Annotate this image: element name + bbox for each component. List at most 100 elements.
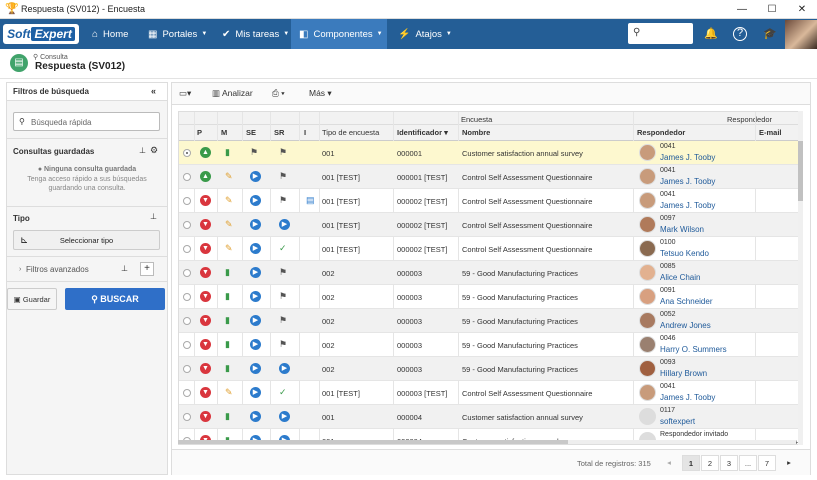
row-radio[interactable] xyxy=(183,149,191,157)
respondent-name[interactable]: Harry O. Summers xyxy=(660,345,727,354)
caret-down-icon: ▼ xyxy=(376,31,383,37)
row-radio[interactable] xyxy=(183,293,191,301)
logo[interactable]: Soft Expert xyxy=(3,24,79,44)
row-radio[interactable] xyxy=(183,389,191,397)
row-radio[interactable] xyxy=(183,197,191,205)
table-row[interactable]: ▼ ▮ ▶ ⚑ 002 000003 59 - Good Manufacturing Pra… xyxy=(179,309,802,333)
respondent-name[interactable]: Alice Chain xyxy=(660,273,700,282)
col-i[interactable]: I xyxy=(304,128,306,137)
respondent-id: 0046 xyxy=(660,335,676,342)
close-button[interactable]: ✕ xyxy=(787,0,817,19)
row-radio[interactable] xyxy=(183,173,191,181)
respondent-avatar xyxy=(639,312,656,329)
quick-search-input[interactable]: ⚲ Búsqueda rápida xyxy=(13,112,160,131)
advanced-filters-label[interactable]: Filtros avanzados xyxy=(26,265,89,274)
graduation-cap-icon[interactable]: 🎓 xyxy=(762,26,778,42)
page-2[interactable]: 2 xyxy=(701,455,719,471)
table-row[interactable]: ▲ ▮ ⚑ ⚑ 001 000001 Customer satisfaction annua… xyxy=(179,141,802,165)
help-icon[interactable]: ? xyxy=(733,27,747,41)
chevron-right-icon[interactable]: › xyxy=(19,266,21,273)
col-m[interactable]: M xyxy=(221,128,227,137)
status-down-icon: ▼ xyxy=(200,387,211,398)
row-radio[interactable] xyxy=(183,221,191,229)
pin-icon[interactable]: ⊥ xyxy=(139,146,146,155)
add-filter-icon[interactable]: + xyxy=(140,262,154,276)
page-7[interactable]: 7 xyxy=(758,455,776,471)
respondent-name[interactable]: Mark Wilson xyxy=(660,225,704,234)
page-1[interactable]: 1 xyxy=(682,455,700,471)
row-radio[interactable] xyxy=(183,245,191,253)
maximize-button[interactable]: ☐ xyxy=(757,0,787,19)
table-row[interactable]: ▼ ▮ ▶ ⚑ 002 000003 59 - Good Manufacturing Pra… xyxy=(179,261,802,285)
print-button[interactable]: ⎙ ▾ xyxy=(272,88,285,99)
save-button[interactable]: ▣ Guardar xyxy=(7,288,57,310)
pin-icon[interactable]: ⊥ xyxy=(121,264,128,273)
pin-icon[interactable]: ⊥ xyxy=(150,212,157,221)
col-email[interactable]: E-mail xyxy=(759,128,782,137)
horizontal-scrollbar[interactable] xyxy=(178,440,796,444)
caret-down-icon: ▼ xyxy=(201,31,208,37)
col-respondedor[interactable]: Respondedor xyxy=(637,128,685,137)
cell-nombre: Control Self Assessment Questionnaire xyxy=(462,197,593,206)
cell-identificador: 000003 xyxy=(397,269,423,278)
minimize-button[interactable]: — xyxy=(727,0,757,19)
page-ellipsis[interactable]: ... xyxy=(739,455,757,471)
col-p[interactable]: P xyxy=(197,128,202,137)
analyze-button[interactable]: ▥ Analizar xyxy=(212,88,253,99)
nav-portales[interactable]: ▦ Portales ▼ xyxy=(140,19,215,49)
table-row[interactable]: ▼ ▮ ▶ ⚑ 002 000003 59 - Good Manufacturing Pra… xyxy=(179,333,802,357)
table-row[interactable]: ▼ ▮ ▶ ⚑ 002 000003 59 - Good Manufacturing Pra… xyxy=(179,285,802,309)
respondent-name[interactable]: Ana Schneider xyxy=(660,297,712,306)
respondent-name[interactable]: James J. Tooby xyxy=(660,201,715,210)
view-icon[interactable]: ▭▾ xyxy=(179,88,191,99)
col-identificador[interactable]: Identificador ▾ xyxy=(397,128,448,137)
nav-componentes[interactable]: ◧ Componentes ▼ xyxy=(291,19,387,49)
select-type-button[interactable]: ⊾ Seleccionar tipo xyxy=(13,230,160,250)
nav-search-input[interactable]: ⚲ xyxy=(628,23,693,44)
table-row[interactable]: ▼ ✎ ▶ ✓ 001 [TEST] 000003 [TEST] Control Self … xyxy=(179,381,802,405)
table-row[interactable]: ▼ ✎ ▶ ✓ 001 [TEST] 000002 [TEST] Control Self … xyxy=(179,237,802,261)
table-row[interactable]: ▼ ✎ ▶ ⚑ ▤ 001 [TEST] 000002 [TEST] Control Self… xyxy=(179,189,802,213)
table-row[interactable]: ▼ ▮ ▶ ▶ 002 000003 59 - Good Manufacturing Pra… xyxy=(179,357,802,381)
table-row[interactable]: ▲ ✎ ▶ ⚑ 001 [TEST] 000001 [TEST] Control Self … xyxy=(179,165,802,189)
respondent-name[interactable]: James J. Tooby xyxy=(660,177,715,186)
respondent-name[interactable]: James J. Tooby xyxy=(660,393,715,402)
row-radio[interactable] xyxy=(183,317,191,325)
home-icon: ⌂ xyxy=(92,28,99,40)
nav-atajos[interactable]: ⚡ Atajos ▼ xyxy=(390,19,460,49)
collapse-icon[interactable]: « xyxy=(151,86,156,96)
col-sr[interactable]: SR xyxy=(274,128,284,137)
row-radio[interactable] xyxy=(183,341,191,349)
table-row[interactable]: ▼ ✎ ▶ ▶ 001 [TEST] 000002 [TEST] Control Self … xyxy=(179,213,802,237)
respondent-name[interactable]: Hillary Brown xyxy=(660,369,707,378)
page-3[interactable]: 3 xyxy=(720,455,738,471)
prev-page-icon[interactable]: ◂ xyxy=(660,455,678,471)
search-button[interactable]: ⚲ BUSCAR xyxy=(65,288,165,310)
nav-mis-tareas[interactable]: ✔ Mis tareas ▼ xyxy=(214,19,297,49)
caret-down-icon: ▼ xyxy=(283,31,290,37)
respondent-name[interactable]: softexpert xyxy=(660,417,695,426)
vertical-scrollbar[interactable] xyxy=(798,111,803,445)
respondent-id: 0041 xyxy=(660,167,676,174)
next-page-icon[interactable]: ▸ xyxy=(780,455,798,471)
user-avatar[interactable] xyxy=(785,20,817,49)
clipboard-icon: ▮ xyxy=(225,411,230,421)
col-se[interactable]: SE xyxy=(246,128,256,137)
cell-identificador: 000002 [TEST] xyxy=(397,221,448,230)
table-row[interactable]: ▼ ▮ ▶ ▶ 001 000004 Customer satisfaction annua… xyxy=(179,405,802,429)
respondent-name[interactable]: Tetsuo Kendo xyxy=(660,249,709,258)
nav-home[interactable]: ⌂ Home xyxy=(84,19,136,49)
bell-icon[interactable]: 🔔 xyxy=(703,26,719,42)
respondent-name[interactable]: James J. Tooby xyxy=(660,153,715,162)
cell-nombre: 59 - Good Manufacturing Practices xyxy=(462,269,578,278)
respondent-name[interactable]: Andrew Jones xyxy=(660,321,711,330)
col-tipo[interactable]: Tipo de encuesta xyxy=(322,128,379,137)
row-radio[interactable] xyxy=(183,365,191,373)
row-radio[interactable] xyxy=(183,413,191,421)
col-nombre[interactable]: Nombre xyxy=(462,128,490,137)
gear-icon[interactable]: ⚙ xyxy=(150,145,158,156)
check-icon: ✔ xyxy=(222,28,231,40)
more-button[interactable]: Más ▾ xyxy=(309,88,332,99)
play-icon: ▶ xyxy=(250,267,261,278)
row-radio[interactable] xyxy=(183,269,191,277)
